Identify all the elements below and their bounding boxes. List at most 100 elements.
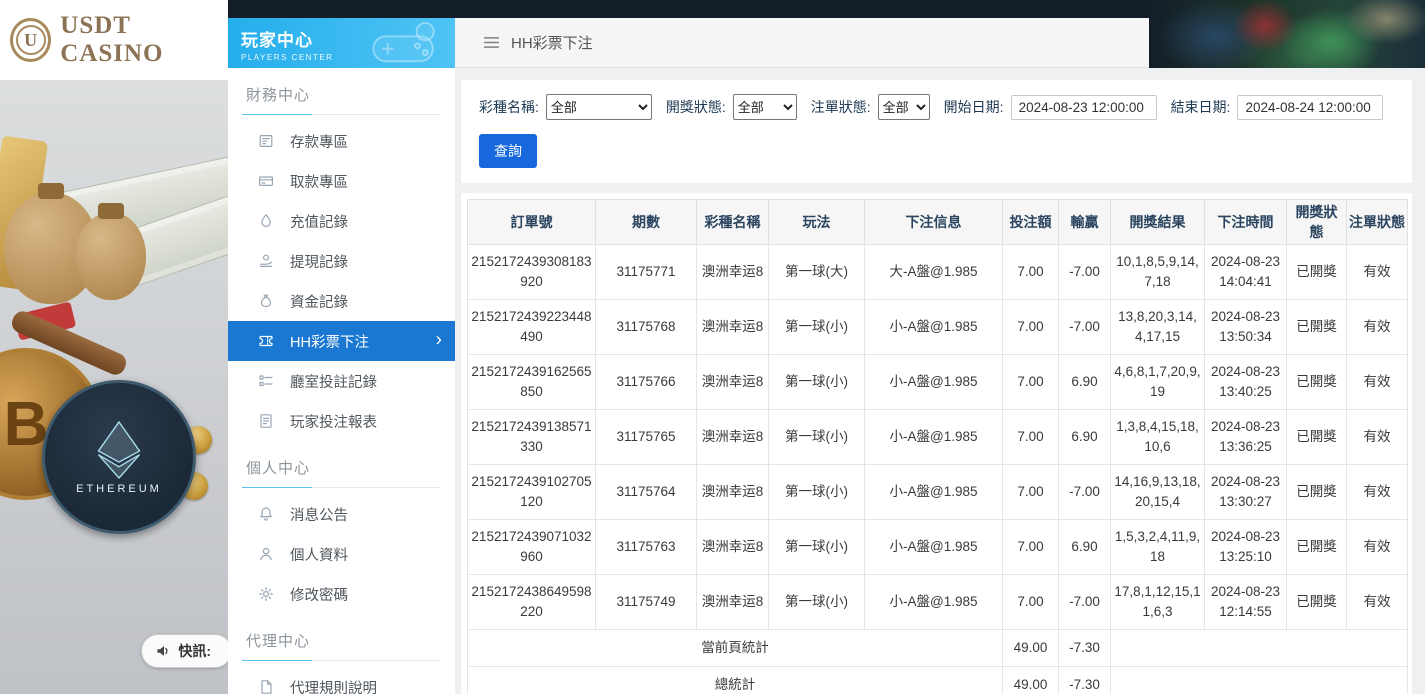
column-header: 開獎狀態 — [1287, 200, 1347, 245]
table-cell: 澳洲幸运8 — [697, 300, 769, 355]
table-cell: 有效 — [1347, 245, 1408, 300]
app-area: 玩家中心 PLAYERS CENTER 財務中心存款專區取款專區充值記錄提現記錄… — [228, 0, 1425, 694]
ethereum-coin: ETHEREUM — [42, 380, 196, 534]
table-cell: 小-A盤@1.985 — [865, 520, 1003, 575]
column-header: 投注額 — [1003, 200, 1059, 245]
bet-status-label: 注單狀態: — [811, 97, 871, 117]
person-icon — [258, 546, 274, 562]
sidebar-item-label: HH彩票下注 — [290, 331, 369, 352]
table-cell: 第一球(大) — [769, 245, 865, 300]
table-cell: 7.00 — [1003, 520, 1059, 575]
draw-status-select[interactable]: 全部 — [733, 94, 797, 120]
table-cell: 2024-08-23 12:14:55 — [1205, 575, 1287, 630]
brand-panel: U USDT CASINO B ETHEREUM — [0, 0, 228, 694]
table-cell: 澳洲幸运8 — [697, 465, 769, 520]
table-cell: 10,1,8,5,9,14,7,18 — [1111, 245, 1205, 300]
column-header: 下注時間 — [1205, 200, 1287, 245]
sidebar-item-hh-lottery-bets[interactable]: HH彩票下注 › — [228, 321, 455, 361]
start-date-input[interactable] — [1011, 95, 1157, 120]
table-cell: 第一球(小) — [769, 300, 865, 355]
chevron-right-icon: › — [436, 331, 442, 350]
sidebar-item-withdraw[interactable]: 取款專區 — [228, 161, 455, 201]
table-cell: 2152172439102705120 — [468, 465, 596, 520]
column-header: 輸贏 — [1059, 200, 1111, 245]
table-cell: -7.00 — [1059, 245, 1111, 300]
table-row: 215217243913857133031175765澳洲幸运8第一球(小)小-… — [468, 410, 1408, 465]
table-row: 215217243922344849031175768澳洲幸运8第一球(小)小-… — [468, 300, 1408, 355]
table-cell: 2152172439223448490 — [468, 300, 596, 355]
column-header: 下注信息 — [865, 200, 1003, 245]
sidebar-item-announcements[interactable]: 消息公告 — [228, 494, 455, 534]
table-cell: 2024-08-23 13:25:10 — [1205, 520, 1287, 575]
brand-logo-text: USDT CASINO — [60, 12, 228, 68]
sidebar-item-profile[interactable]: 個人資料 — [228, 534, 455, 574]
table-cell: 1,5,3,2,4,11,9,18 — [1111, 520, 1205, 575]
table-cell: 7.00 — [1003, 575, 1059, 630]
breadcrumb-title: HH彩票下注 — [511, 32, 593, 53]
table-cell: 有效 — [1347, 465, 1408, 520]
table-cell: -7.00 — [1059, 465, 1111, 520]
bell-icon — [258, 506, 274, 522]
sidebar-item-label: 取款專區 — [290, 171, 348, 192]
summary-label: 當前頁統計 — [468, 630, 1003, 667]
withdraw-icon — [258, 173, 274, 189]
table-cell: 第一球(小) — [769, 355, 865, 410]
query-button[interactable]: 查詢 — [479, 134, 537, 168]
report-icon — [258, 413, 274, 429]
column-header: 期數 — [596, 200, 697, 245]
news-ticker-button[interactable]: 快訊: — [141, 634, 228, 668]
table-cell: 2152172439138571330 — [468, 410, 596, 465]
table-cell: 14,16,9,13,18,20,15,4 — [1111, 465, 1205, 520]
end-date-input[interactable] — [1237, 95, 1383, 120]
cashout-icon — [258, 253, 274, 269]
table-cell: 已開獎 — [1287, 575, 1347, 630]
table-cell: 31175766 — [596, 355, 697, 410]
sidebar-item-room-bet-records[interactable]: 廳室投註記錄 — [228, 361, 455, 401]
sidebar-item-fund-records[interactable]: 資金記錄 — [228, 281, 455, 321]
sidebar-item-change-password[interactable]: 修改密碼 — [228, 574, 455, 614]
sidebar-item-label: 提現記錄 — [290, 251, 348, 272]
table-cell: -7.00 — [1059, 575, 1111, 630]
end-date-label: 結束日期: — [1171, 97, 1231, 117]
table-cell: 6.90 — [1059, 520, 1111, 575]
lottery-type-label: 彩種名稱: — [479, 97, 539, 117]
sidebar-item-player-bet-report[interactable]: 玩家投注報表 — [228, 401, 455, 441]
table-header-row: 訂單號期數彩種名稱玩法下注信息投注額輸贏開獎結果下注時間開獎狀態注單狀態 — [468, 200, 1408, 245]
table-cell: 7.00 — [1003, 355, 1059, 410]
brand-logo[interactable]: U USDT CASINO — [0, 0, 228, 80]
summary-bet-total: 49.00 — [1003, 630, 1059, 667]
table-cell: 大-A盤@1.985 — [865, 245, 1003, 300]
table-cell: 第一球(小) — [769, 520, 865, 575]
sidebar-item-withdrawal-records[interactable]: 提現記錄 — [228, 241, 455, 281]
gamepad-icon — [363, 21, 449, 67]
sidebar-section-header: 個人中心 — [242, 457, 441, 488]
lottery-type-select[interactable]: 全部 — [546, 94, 652, 120]
table-cell: 小-A盤@1.985 — [865, 355, 1003, 410]
bet-status-select[interactable]: 全部 — [878, 94, 930, 120]
table-cell: 澳洲幸运8 — [697, 410, 769, 465]
table-cell: 7.00 — [1003, 245, 1059, 300]
table-cell: 31175763 — [596, 520, 697, 575]
table-cell: 有效 — [1347, 300, 1408, 355]
table-cell: 有效 — [1347, 355, 1408, 410]
speaker-icon — [155, 643, 171, 659]
promo-image: B ETHEREUM — [0, 80, 228, 694]
table-cell: 有效 — [1347, 520, 1408, 575]
menu-icon[interactable] — [483, 36, 500, 49]
sidebar-item-deposit[interactable]: 存款專區 — [228, 121, 455, 161]
table-cell: 31175771 — [596, 245, 697, 300]
ticket-icon — [258, 333, 274, 349]
table-cell: 有效 — [1347, 410, 1408, 465]
table-cell: 第一球(小) — [769, 575, 865, 630]
table-cell: 澳洲幸运8 — [697, 520, 769, 575]
summary-row: 當前頁統計49.00-7.30 — [468, 630, 1408, 667]
table-cell: 已開獎 — [1287, 245, 1347, 300]
table-row: 215217243916256585031175766澳洲幸运8第一球(小)小-… — [468, 355, 1408, 410]
sidebar-item-recharge-records[interactable]: 充值記錄 — [228, 201, 455, 241]
table-row: 215217243864959822031175749澳洲幸运8第一球(小)小-… — [468, 575, 1408, 630]
column-header: 訂單號 — [468, 200, 596, 245]
table-cell: 31175764 — [596, 465, 697, 520]
column-header: 注單狀態 — [1347, 200, 1408, 245]
sidebar-section-header: 代理中心 — [242, 630, 441, 661]
sidebar-item-agent-rules[interactable]: 代理規則說明 — [228, 667, 455, 694]
